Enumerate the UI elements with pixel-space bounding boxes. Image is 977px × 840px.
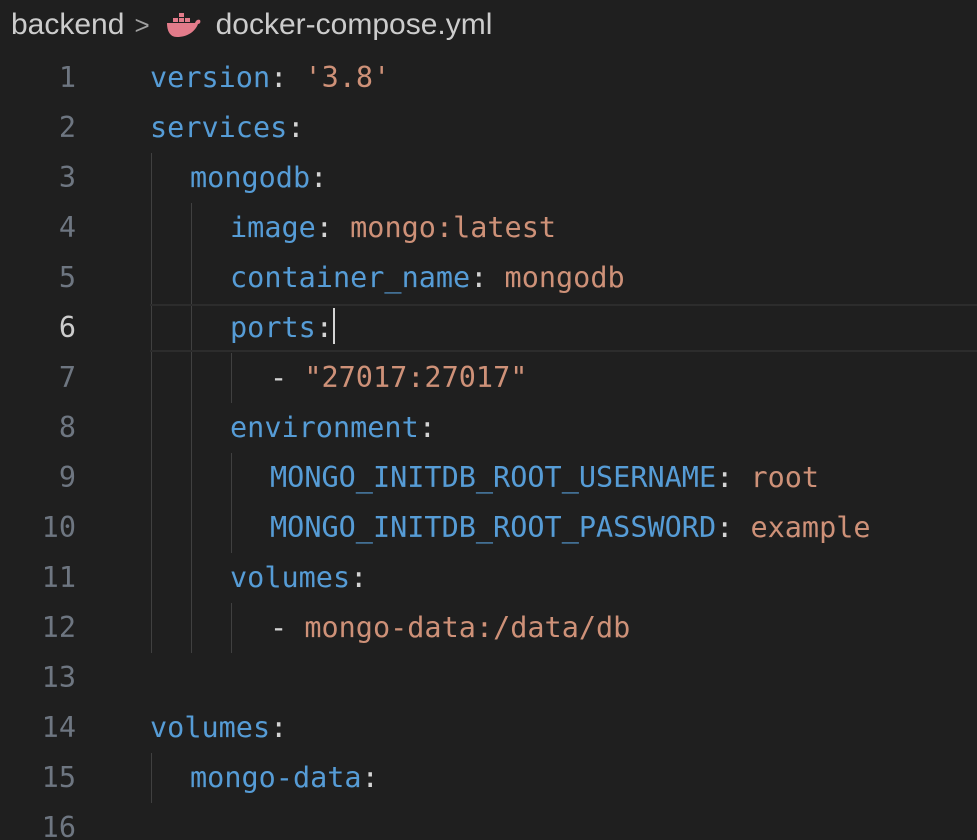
code-line[interactable]: 9 MONGO_INITDB_ROOT_USERNAME: root bbox=[0, 453, 977, 503]
code-line[interactable]: 16 bbox=[0, 803, 977, 840]
yaml-key: volumes bbox=[150, 711, 271, 744]
line-content: - "27017:27017" bbox=[270, 353, 527, 403]
line-number: 2 bbox=[58, 111, 76, 144]
code-line[interactable]: 12 - mongo-data:/data/db bbox=[0, 603, 977, 653]
yaml-value: mongo-data:/data/db bbox=[304, 611, 631, 644]
line-number: 7 bbox=[58, 361, 76, 394]
line-content: ports: bbox=[230, 303, 335, 353]
line-content: mongo-data: bbox=[190, 753, 379, 803]
line-number: 13 bbox=[41, 661, 76, 694]
code-line[interactable]: 6 ports: bbox=[0, 303, 977, 353]
line-content: volumes: bbox=[150, 703, 287, 753]
code-line[interactable]: 2 services: bbox=[0, 103, 977, 153]
yaml-value: "27017:27017" bbox=[304, 361, 528, 394]
breadcrumb: backend > docker-compose.yml bbox=[11, 0, 492, 50]
code-line[interactable]: 1 version: '3.8' bbox=[0, 53, 977, 103]
line-number: 6 bbox=[58, 311, 76, 344]
yaml-key: volumes bbox=[230, 561, 351, 594]
text-cursor bbox=[332, 308, 335, 344]
code-line[interactable]: 3 mongodb: bbox=[0, 153, 977, 203]
code-line[interactable]: 14 volumes: bbox=[0, 703, 977, 753]
yaml-value: root bbox=[733, 461, 820, 494]
line-number: 10 bbox=[41, 511, 76, 544]
line-content: MONGO_INITDB_ROOT_USERNAME: root bbox=[270, 453, 819, 503]
line-number: 16 bbox=[41, 811, 76, 840]
code-line[interactable]: 8 environment: bbox=[0, 403, 977, 453]
line-number: 4 bbox=[58, 211, 76, 244]
line-number: 14 bbox=[41, 711, 76, 744]
yaml-colon: : bbox=[315, 311, 333, 344]
yaml-colon: : bbox=[716, 461, 734, 494]
yaml-colon: : bbox=[716, 511, 734, 544]
code-line[interactable]: 13 bbox=[0, 653, 977, 703]
yaml-value: mongo:latest bbox=[332, 211, 557, 244]
line-number: 8 bbox=[58, 411, 76, 444]
docker-whale-icon bbox=[164, 10, 204, 40]
line-content: volumes: bbox=[230, 553, 367, 603]
code-editor: backend > docker-compose.yml 1 version: '… bbox=[0, 0, 977, 840]
code-line[interactable]: 10 MONGO_INITDB_ROOT_PASSWORD: example bbox=[0, 503, 977, 553]
line-number: 3 bbox=[58, 161, 76, 194]
yaml-key: mongodb bbox=[190, 161, 311, 194]
line-content: services: bbox=[150, 103, 304, 153]
yaml-colon: : bbox=[270, 711, 288, 744]
yaml-colon: : bbox=[350, 561, 368, 594]
line-content: MONGO_INITDB_ROOT_PASSWORD: example bbox=[270, 503, 871, 553]
list-dash: - bbox=[270, 361, 305, 394]
line-number: 15 bbox=[41, 761, 76, 794]
yaml-value: mongodb bbox=[487, 261, 625, 294]
line-number: 1 bbox=[58, 61, 76, 94]
line-content: environment: bbox=[230, 403, 436, 453]
yaml-key: version bbox=[150, 61, 271, 94]
list-dash: - bbox=[270, 611, 305, 644]
code-lines[interactable]: 1 version: '3.8' 2 services: 3 mongodb: 4 image… bbox=[0, 53, 977, 840]
code-line[interactable]: 4 image: mongo:latest bbox=[0, 203, 977, 253]
yaml-colon: : bbox=[310, 161, 328, 194]
yaml-colon: : bbox=[361, 761, 379, 794]
line-content: version: '3.8' bbox=[150, 53, 390, 103]
breadcrumb-separator: > bbox=[134, 9, 150, 40]
yaml-colon: : bbox=[470, 261, 488, 294]
line-content: image: mongo:latest bbox=[230, 203, 556, 253]
line-content: - mongo-data:/data/db bbox=[270, 603, 630, 653]
line-content: mongodb: bbox=[190, 153, 327, 203]
yaml-key: container_name bbox=[230, 261, 471, 294]
yaml-value: example bbox=[733, 511, 871, 544]
code-line[interactable]: 7 - "27017:27017" bbox=[0, 353, 977, 403]
yaml-value: '3.8' bbox=[287, 61, 391, 94]
code-line[interactable]: 15 mongo-data: bbox=[0, 753, 977, 803]
yaml-key: MONGO_INITDB_ROOT_PASSWORD bbox=[270, 511, 717, 544]
code-line[interactable]: 5 container_name: mongodb bbox=[0, 253, 977, 303]
breadcrumb-folder[interactable]: backend bbox=[11, 8, 124, 42]
yaml-key: services bbox=[150, 111, 288, 144]
line-number: 12 bbox=[41, 611, 76, 644]
line-content: container_name: mongodb bbox=[230, 253, 625, 303]
yaml-key: ports bbox=[230, 311, 316, 344]
yaml-colon: : bbox=[270, 61, 288, 94]
line-number: 11 bbox=[41, 561, 76, 594]
yaml-colon: : bbox=[315, 211, 333, 244]
yaml-key: MONGO_INITDB_ROOT_USERNAME bbox=[270, 461, 717, 494]
yaml-key: environment bbox=[230, 411, 419, 444]
line-number: 5 bbox=[58, 261, 76, 294]
yaml-key: image bbox=[230, 211, 316, 244]
yaml-key: mongo-data bbox=[190, 761, 362, 794]
breadcrumb-file[interactable]: docker-compose.yml bbox=[216, 8, 493, 42]
yaml-colon: : bbox=[287, 111, 305, 144]
yaml-colon: : bbox=[418, 411, 436, 444]
line-number: 9 bbox=[58, 461, 76, 494]
code-line[interactable]: 11 volumes: bbox=[0, 553, 977, 603]
